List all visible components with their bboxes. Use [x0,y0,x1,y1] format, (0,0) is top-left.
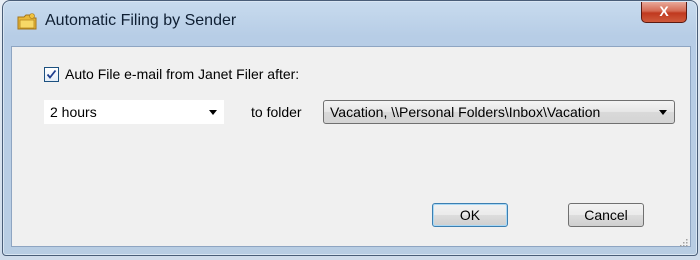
window-title: Automatic Filing by Sender [45,12,237,29]
hours-dropdown[interactable]: 2 hours [44,100,224,124]
chevron-down-icon [209,110,217,115]
close-button[interactable]: X [641,2,687,23]
dialog-window: Automatic Filing by Sender X Auto File e… [2,0,698,256]
hours-value: 2 hours [50,104,97,120]
folder-icon [17,13,37,30]
ok-button[interactable]: OK [432,203,508,227]
checkmark-icon [46,69,57,79]
close-icon: X [659,3,669,19]
auto-file-checkbox[interactable] [44,66,59,82]
auto-file-option: Auto File e-mail from Janet Filer after: [44,65,299,83]
dialog-content: Auto File e-mail from Janet Filer after:… [11,46,691,247]
title-bar[interactable]: Automatic Filing by Sender X [3,1,697,39]
auto-file-label: Auto File e-mail from Janet Filer after: [65,66,300,82]
folder-label: to folder [251,104,302,120]
chevron-down-icon [659,110,667,115]
folder-value: Vacation, \\Personal Folders\Inbox\Vacat… [330,104,601,120]
folder-dropdown[interactable]: Vacation, \\Personal Folders\Inbox\Vacat… [323,100,675,124]
cancel-button[interactable]: Cancel [568,203,644,227]
resize-grip-icon[interactable] [678,234,688,247]
